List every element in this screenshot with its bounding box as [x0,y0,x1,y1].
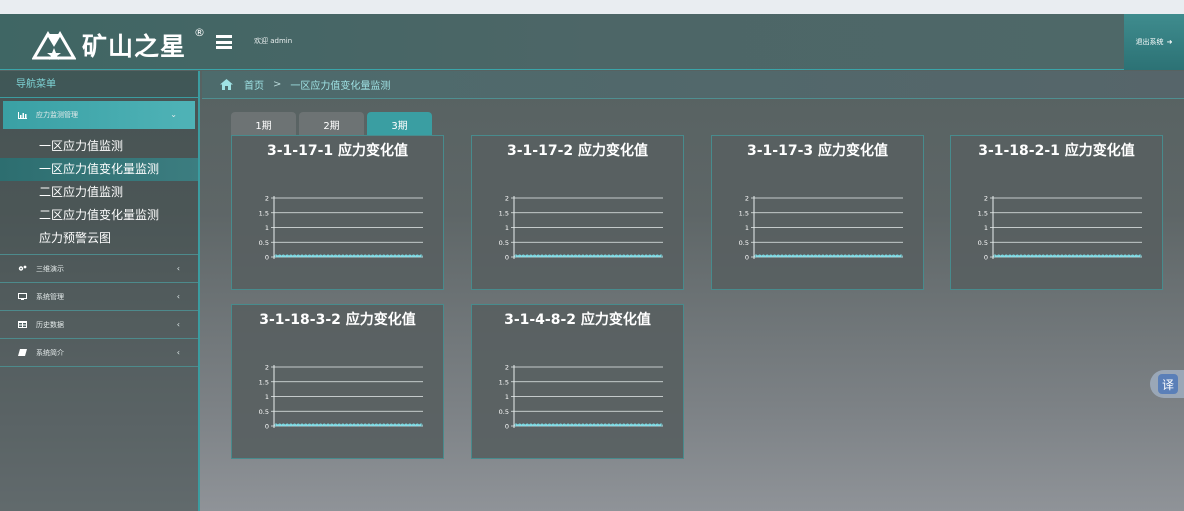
y-tick-label: 2 [265,364,269,372]
y-tick-label: 0.5 [739,239,749,247]
chart-title: 3-1-17-1 应力变化值 [266,143,408,159]
tab-phase-1[interactable]: 1期 [231,112,296,136]
chart-title: 3-1-18-2-1 应力变化值 [978,143,1135,159]
logout-label: 退出系统 [1135,38,1164,46]
chart-card: 0 0.5 1 1.5 2 3-1-18-2-1 应力变化值 [950,135,1163,290]
y-tick-label: 1.5 [499,378,509,386]
tab-phase-2[interactable]: 2期 [299,112,364,136]
chart-card: 0 0.5 1 1.5 2 3-1-18-3-2 应力变化值 [231,304,444,459]
welcome-text: 欢迎 admin [254,37,293,45]
monitor-icon [18,293,27,300]
chart-card: 0 0.5 1 1.5 2 3-1-4-8-2 应力变化值 [471,304,684,459]
y-tick-label: 1 [505,393,509,401]
chevron-left-icon: ‹ [176,264,180,273]
breadcrumb-separator: > [273,79,282,90]
y-tick-label: 0 [505,254,509,262]
y-tick-label: 0.5 [499,239,509,247]
sidebar-item-zone2-stress-change[interactable]: 二区应力值变化量监测 [0,204,198,227]
chart-title: 3-1-4-8-2 应力变化值 [504,312,651,328]
chart-card: 0 0.5 1 1.5 2 3-1-17-1 应力变化值 [231,135,444,290]
nav-menu-title: 导航菜单 [0,71,198,98]
y-tick-label: 0 [265,254,269,262]
y-tick-label: 2 [505,195,509,203]
y-tick-label: 1.5 [739,209,749,217]
bar-chart-icon [18,111,27,119]
y-tick-label: 2 [745,195,749,203]
y-tick-label: 0 [745,254,749,262]
book-icon [18,349,27,356]
top-header: 矿山之星 ® 欢迎 admin 退出系统 ➜ [0,14,1184,70]
brand-name: 矿山之星 [82,32,187,61]
breadcrumb-current: 一区应力值变化量监测 [290,81,391,92]
sidebar-item-zone2-stress[interactable]: 二区应力值监测 [0,181,198,204]
y-tick-label: 1 [745,224,749,232]
y-tick-label: 0 [265,423,269,431]
chart-title: 3-1-17-2 应力变化值 [506,143,648,159]
chevron-left-icon: ‹ [176,320,180,329]
y-tick-label: 1 [265,393,269,401]
chevron-down-icon: ⌄ [170,110,177,119]
translate-button[interactable]: 译 [1150,370,1184,398]
chevron-left-icon: ‹ [176,292,180,301]
app-window: 矿山之星 ® 欢迎 admin 退出系统 ➜ 导航菜单 应力监测管理 ⌄ 一区应… [0,14,1184,511]
chart-card: 0 0.5 1 1.5 2 3-1-17-3 应力变化值 [711,135,924,290]
y-tick-label: 1.5 [259,209,269,217]
table-icon [18,321,27,328]
nav-group-3d-demo[interactable]: 三维演示 ‹ [0,255,198,283]
nav-group-system-management[interactable]: 系统管理 ‹ [0,283,198,311]
chart-title: 3-1-18-3-2 应力变化值 [259,312,416,328]
sidebar-item-zone1-stress-change[interactable]: 一区应力值变化量监测 [0,158,198,181]
chevron-left-icon: ‹ [176,348,180,357]
sidebar-item-stress-warning-map[interactable]: 应力预警云图 [0,227,198,250]
home-icon [220,79,233,90]
gears-icon [18,265,27,271]
nav-group-label: 三维演示 [36,264,64,273]
y-tick-label: 1 [984,224,988,232]
y-tick-label: 0.5 [259,408,269,416]
nav-group-label: 应力监测管理 [36,111,78,119]
logout-button[interactable]: 退出系统 ➜ [1124,14,1184,70]
registered-mark: ® [194,26,205,39]
y-tick-label: 2 [984,195,988,203]
breadcrumb: 首页 > 一区应力值变化量监测 [202,71,1184,99]
sidebar-item-zone1-stress[interactable]: 一区应力值监测 [0,135,198,158]
nav-group-label: 历史数据 [36,320,64,329]
nav-group-label: 系统管理 [36,292,64,301]
y-tick-label: 2 [265,195,269,203]
y-tick-label: 1 [265,224,269,232]
mountain-logo-icon [32,31,76,60]
phase-tabs: 1期 2期 3期 [231,112,432,136]
stress-monitoring-submenu: 一区应力值监测 一区应力值变化量监测 二区应力值监测 二区应力值变化量监测 应力… [0,129,198,255]
y-tick-label: 0.5 [499,408,509,416]
nav-group-stress-monitoring[interactable]: 应力监测管理 ⌄ [3,101,195,129]
y-tick-label: 0.5 [978,239,988,247]
menu-toggle-icon[interactable] [216,35,232,49]
chart-card: 0 0.5 1 1.5 2 3-1-17-2 应力变化值 [471,135,684,290]
nav-group-label: 系统简介 [36,348,64,357]
logout-icon: ➜ [1166,38,1173,46]
y-tick-label: 1.5 [259,378,269,386]
y-tick-label: 2 [505,364,509,372]
nav-group-history-data[interactable]: 历史数据 ‹ [0,311,198,339]
nav-group-system-intro[interactable]: 系统简介 ‹ [0,339,198,367]
tab-phase-3[interactable]: 3期 [367,112,432,136]
chart-title: 3-1-17-3 应力变化值 [746,143,888,159]
y-tick-label: 0 [984,254,988,262]
y-tick-label: 1.5 [978,209,988,217]
sidebar-nav: 导航菜单 应力监测管理 ⌄ 一区应力值监测 一区应力值变化量监测 二区应力值监测… [0,71,200,511]
y-tick-label: 0 [505,423,509,431]
translate-icon: 译 [1158,374,1178,394]
y-tick-label: 1.5 [499,209,509,217]
y-tick-label: 0.5 [259,239,269,247]
y-tick-label: 1 [505,224,509,232]
breadcrumb-home-link[interactable]: 首页 [244,77,264,92]
